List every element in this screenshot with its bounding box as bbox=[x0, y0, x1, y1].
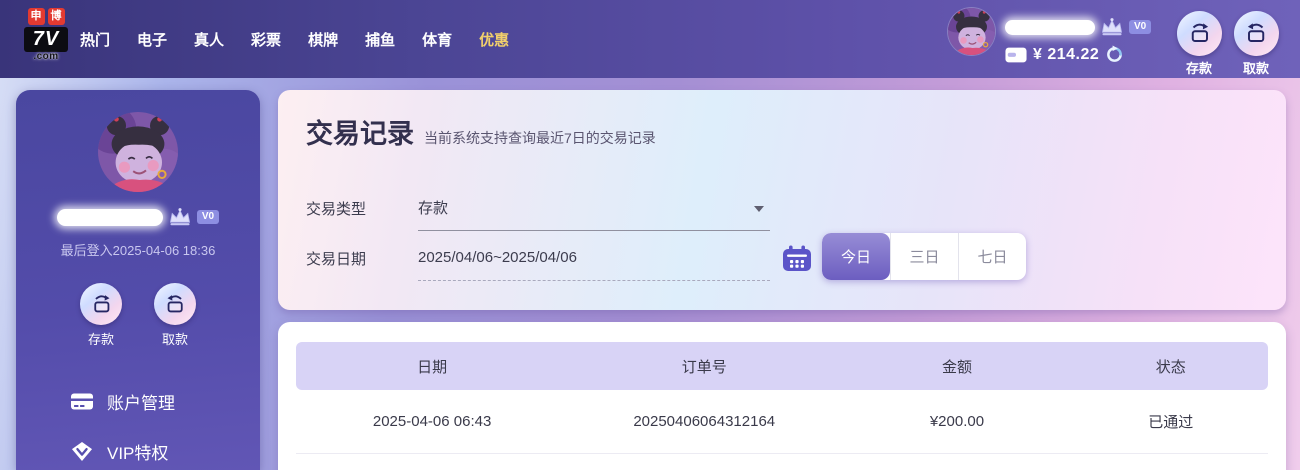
transaction-table-panel: 日期 订单号 金额 状态 2025-04-06 06:43 2025040606… bbox=[278, 322, 1286, 470]
nav-item-sports[interactable]: 体育 bbox=[422, 29, 452, 50]
username-censored bbox=[57, 209, 163, 226]
cell-date: 2025-04-06 06:43 bbox=[296, 413, 568, 430]
transaction-filter-panel: 交易记录 当前系统支持查询最近7日的交易记录 交易类型 存款 交易日期 2025… bbox=[278, 90, 1286, 310]
page: 申 博 7V .com 热门 电子 真人 彩票 棋牌 捕鱼 体育 优惠 V0 bbox=[0, 0, 1300, 470]
sidebar-withdraw-button[interactable]: 取款 bbox=[150, 283, 200, 348]
avatar-image bbox=[948, 8, 995, 55]
transaction-type-label: 交易类型 bbox=[306, 198, 418, 219]
crown-icon bbox=[167, 207, 193, 227]
page-title: 交易记录 bbox=[306, 112, 414, 151]
withdraw-icon bbox=[163, 292, 188, 317]
sidebar-item-account[interactable]: 账户管理 bbox=[16, 376, 260, 426]
transaction-date-label: 交易日期 bbox=[306, 248, 418, 269]
cell-order: 20250406064312164 bbox=[568, 413, 840, 430]
topbar-deposit-button[interactable]: 存款 bbox=[1176, 11, 1222, 77]
nav-item-live[interactable]: 真人 bbox=[194, 29, 224, 50]
tab-today[interactable]: 今日 bbox=[822, 233, 890, 280]
balance-amount: ¥ 214.22 bbox=[1033, 46, 1099, 64]
withdraw-label: 取款 bbox=[150, 329, 200, 348]
transaction-type-value: 存款 bbox=[418, 197, 448, 218]
table-header-row: 日期 订单号 金额 状态 bbox=[296, 342, 1268, 390]
sidebar-cash-actions: 存款 取款 bbox=[16, 283, 260, 348]
brand-tld: .com bbox=[18, 51, 74, 62]
table-row: 2025-04-06 06:43 20250406064312164 ¥200.… bbox=[296, 390, 1268, 454]
vip-level-badge: V0 bbox=[197, 210, 219, 224]
cell-status: 已通过 bbox=[1074, 411, 1268, 432]
cell-amount: ¥200.00 bbox=[840, 413, 1073, 430]
col-header-amount: 金额 bbox=[840, 356, 1073, 377]
deposit-label: 存款 bbox=[76, 329, 126, 348]
brand-name: 7V bbox=[24, 27, 68, 52]
nav-item-lottery[interactable]: 彩票 bbox=[251, 29, 281, 50]
tab-three-days[interactable]: 三日 bbox=[890, 233, 958, 280]
calendar-icon[interactable] bbox=[782, 245, 812, 272]
sidebar-item-label: VIP特权 bbox=[107, 439, 168, 464]
topbar-withdraw-button[interactable]: 取款 bbox=[1233, 11, 1279, 77]
brand-logo[interactable]: 申 博 7V .com bbox=[18, 8, 74, 62]
topbar-user-info: V0 ¥ 214.22 bbox=[1005, 17, 1151, 64]
nav-item-slots[interactable]: 电子 bbox=[137, 29, 167, 50]
brand-badges: 申 博 bbox=[18, 8, 74, 25]
main-menu: 热门 电子 真人 彩票 棋牌 捕鱼 体育 优惠 bbox=[80, 0, 509, 78]
sidebar: V0 最后登入2025-04-06 18:36 存款 取款 账户管理 VIP特权 bbox=[16, 90, 260, 470]
brand-badge-right: 博 bbox=[48, 8, 65, 25]
nav-item-hot[interactable]: 热门 bbox=[80, 29, 110, 50]
top-nav: 申 博 7V .com 热门 电子 真人 彩票 棋牌 捕鱼 体育 优惠 V0 bbox=[0, 0, 1300, 78]
refresh-balance-icon[interactable] bbox=[1105, 45, 1124, 64]
nav-item-fishing[interactable]: 捕鱼 bbox=[365, 29, 395, 50]
col-header-order: 订单号 bbox=[568, 356, 840, 377]
transaction-date-input[interactable]: 2025/04/06~2025/04/06 bbox=[418, 235, 770, 281]
transaction-type-select[interactable]: 存款 bbox=[418, 185, 770, 231]
bank-card-icon bbox=[70, 391, 94, 412]
sidebar-menu: 账户管理 VIP特权 bbox=[16, 376, 260, 470]
withdraw-icon bbox=[1243, 20, 1270, 47]
filter-form: 交易类型 存款 交易日期 2025/04/06~2025/04/06 bbox=[306, 185, 1258, 281]
col-header-date: 日期 bbox=[296, 356, 568, 377]
crown-icon bbox=[1099, 17, 1125, 37]
sidebar-item-label: 账户管理 bbox=[107, 389, 175, 414]
transaction-date-value: 2025/04/06~2025/04/06 bbox=[418, 249, 577, 266]
avatar-image bbox=[98, 112, 178, 192]
main-content: 交易记录 当前系统支持查询最近7日的交易记录 交易类型 存款 交易日期 2025… bbox=[278, 90, 1286, 470]
username-censored bbox=[1005, 20, 1095, 35]
date-range-tabs: 今日 三日 七日 bbox=[822, 233, 1026, 280]
page-subtitle: 当前系统支持查询最近7日的交易记录 bbox=[424, 128, 656, 148]
nav-item-cards[interactable]: 棋牌 bbox=[308, 29, 338, 50]
last-login-text: 最后登入2025-04-06 18:36 bbox=[16, 240, 260, 259]
sidebar-avatar[interactable] bbox=[98, 112, 178, 192]
deposit-icon bbox=[89, 292, 114, 317]
deposit-icon bbox=[1186, 20, 1213, 47]
sidebar-user-row: V0 bbox=[16, 207, 260, 227]
tab-seven-days[interactable]: 七日 bbox=[958, 233, 1026, 280]
vip-diamond-icon bbox=[70, 441, 94, 462]
deposit-label: 存款 bbox=[1176, 58, 1222, 77]
nav-item-promo[interactable]: 优惠 bbox=[479, 29, 509, 50]
brand-badge-left: 申 bbox=[28, 8, 45, 25]
sidebar-item-vip[interactable]: VIP特权 bbox=[16, 426, 260, 470]
vip-level-badge: V0 bbox=[1129, 20, 1151, 34]
sidebar-deposit-button[interactable]: 存款 bbox=[76, 283, 126, 348]
topbar-avatar[interactable] bbox=[948, 8, 995, 55]
col-header-status: 状态 bbox=[1074, 356, 1268, 377]
wallet-icon bbox=[1005, 47, 1027, 63]
withdraw-label: 取款 bbox=[1233, 58, 1279, 77]
chevron-down-icon bbox=[754, 206, 764, 217]
